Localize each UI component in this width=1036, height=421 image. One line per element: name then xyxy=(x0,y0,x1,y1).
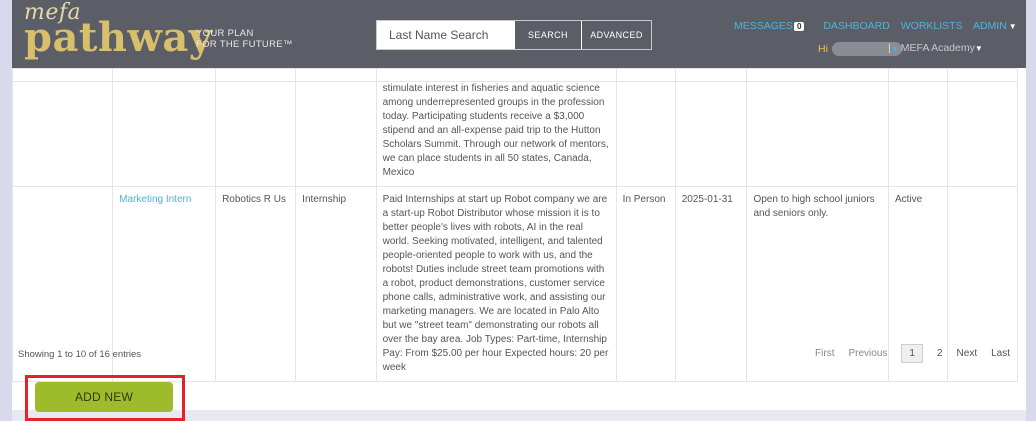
type-cell: Internship xyxy=(295,186,377,382)
academy-label: MEFA Academy xyxy=(900,42,975,54)
user-greeting[interactable]: Hi ▼ xyxy=(818,42,902,56)
table-cell xyxy=(295,81,377,187)
description-cell: Paid Internships at start up Robot compa… xyxy=(375,186,617,382)
page-frame: mefa pathway YOUR PLAN FOR THE FUTURE™ S… xyxy=(11,0,1026,421)
opportunity-title-link[interactable]: Marketing Intern xyxy=(119,194,191,205)
logo-pathway-text: pathway xyxy=(24,14,213,61)
messages-count-badge: 0 xyxy=(793,22,805,31)
nav-dashboard[interactable]: DASHBOARD xyxy=(823,20,890,32)
pager-first[interactable]: First xyxy=(815,348,834,359)
nav-admin-label: ADMIN xyxy=(972,20,1007,32)
pager-page-1[interactable]: 1 xyxy=(901,344,923,363)
table-cell xyxy=(674,68,748,82)
pager-last[interactable]: Last xyxy=(991,348,1010,359)
nav-admin[interactable]: ADMIN ▼ xyxy=(973,20,1025,32)
search-button[interactable]: SEARCH xyxy=(514,21,581,49)
organization-cell: Robotics R Us xyxy=(215,186,297,382)
table-cell xyxy=(215,81,297,187)
table-cell xyxy=(746,81,890,187)
pagination: First Previous 1 2 Next Last xyxy=(801,344,1010,363)
entries-info: Showing 1 to 10 of 16 entries xyxy=(18,349,142,360)
opportunities-table: stimulate interest in fisheries and aqua… xyxy=(11,68,1026,382)
table-row: stimulate interest in fisheries and aqua… xyxy=(11,81,1019,187)
hi-label: Hi xyxy=(818,42,828,55)
academy-caret-icon: ▼ xyxy=(974,44,983,53)
table-cell xyxy=(112,81,217,187)
tagline-line-1: YOUR PLAN xyxy=(196,28,254,39)
table-cell xyxy=(615,81,676,187)
search-bar: SEARCH ADVANCED xyxy=(376,20,652,50)
table-cell xyxy=(946,68,1019,82)
last-name-search-input[interactable] xyxy=(377,21,514,49)
location-cell: In Person xyxy=(615,186,676,382)
advanced-search-button[interactable]: ADVANCED xyxy=(581,21,651,49)
table-cell xyxy=(946,81,1019,187)
table-cell xyxy=(674,81,748,187)
academy-menu[interactable]: | MEFA Academy▼ xyxy=(888,42,983,54)
table-cell xyxy=(888,68,948,82)
nav-messages-label: MESSAGES xyxy=(734,20,793,32)
table-cell xyxy=(888,81,948,187)
table-cell xyxy=(746,68,890,82)
nav-messages[interactable]: MESSAGES 0 xyxy=(734,20,812,32)
table-row xyxy=(11,68,1019,82)
nav-separator: | xyxy=(888,42,891,54)
table-cell xyxy=(295,68,377,82)
table-cell xyxy=(11,68,114,82)
table-cell xyxy=(112,68,217,82)
tagline-line-2: FOR THE FUTURE™ xyxy=(196,39,293,50)
opportunity-description-partial: stimulate interest in fisheries and aqua… xyxy=(375,81,617,187)
table-cell xyxy=(11,81,114,187)
deadline-cell: 2025-01-31 xyxy=(674,186,748,382)
nav-worklists[interactable]: WORKLISTS xyxy=(901,20,963,32)
table-cell xyxy=(375,68,617,82)
logo-tagline: YOUR PLAN FOR THE FUTURE™ xyxy=(196,28,296,50)
app-header: mefa pathway YOUR PLAN FOR THE FUTURE™ S… xyxy=(12,0,1026,68)
admin-caret-icon: ▼ xyxy=(1008,22,1017,31)
add-new-button[interactable]: ADD NEW xyxy=(35,382,173,412)
pager-previous[interactable]: Previous xyxy=(849,348,888,359)
pager-page-2[interactable]: 2 xyxy=(937,348,943,359)
pager-next[interactable]: Next xyxy=(957,348,978,359)
top-nav: MESSAGES 0 DASHBOARD WORKLISTS ADMIN ▼ xyxy=(734,20,1033,32)
table-cell xyxy=(615,68,676,82)
table-cell xyxy=(215,68,297,82)
